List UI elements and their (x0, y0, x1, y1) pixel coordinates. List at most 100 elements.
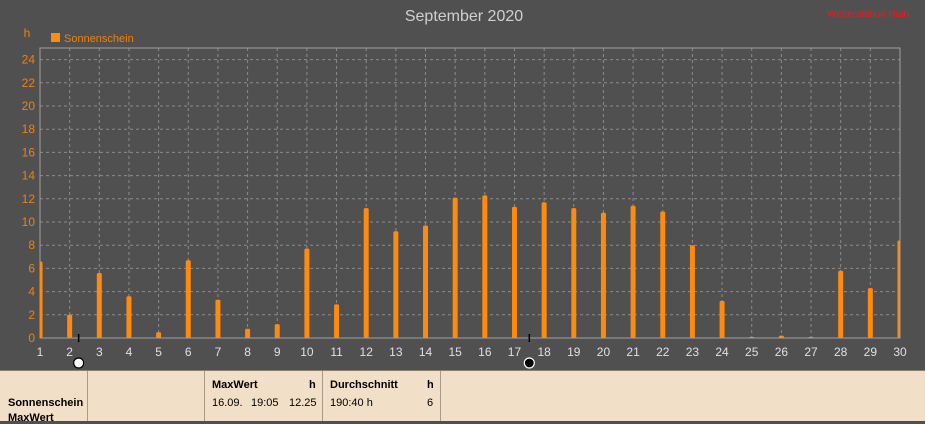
grid-lines (39, 47, 901, 339)
x-tick-label: 27 (804, 345, 818, 359)
y-tick-label: 0 (28, 331, 35, 345)
bar-day-22 (660, 211, 666, 338)
x-tick-label: 10 (300, 345, 314, 359)
info-panel: Sonnenschein MaxWert MaxWert h 16.09. 19… (0, 370, 925, 424)
x-tick-label: 3 (96, 345, 103, 359)
series-name: Sonnenschein (8, 397, 84, 409)
x-tick-label: 5 (155, 345, 162, 359)
x-tick-label: 2 (66, 345, 73, 359)
legend-swatch (51, 33, 60, 42)
x-axis-ticks: 1 2 3 4 5 6 7 8 9 10 11 12 13 14 15 16 17 18 19 20 21 22 23 24 2… (37, 345, 907, 359)
y-axis-ticks: 024681012141618202224 (22, 53, 36, 345)
x-tick-label: 24 (715, 345, 729, 359)
y-tick-label: 20 (22, 99, 36, 113)
max-date: 16.09. (212, 397, 243, 409)
bar-day-5 (156, 332, 162, 338)
bar-day-19 (571, 208, 577, 338)
y-unit-label: h (24, 26, 31, 40)
series-cell: Sonnenschein MaxWert (0, 371, 88, 424)
bar-day-3 (96, 273, 102, 338)
bar-day-20 (600, 212, 606, 338)
bar-day-25 (749, 336, 755, 338)
x-tick-label: 30 (893, 345, 907, 359)
max-cell: MaxWert h 16.09. 19:05 12.25 (205, 371, 323, 421)
bar-day-9 (274, 324, 280, 338)
max-unit: h (309, 379, 316, 391)
x-tick-label: 9 (274, 345, 281, 359)
legend-label: Sonnenschein (64, 33, 134, 45)
bar-day-28 (838, 270, 844, 338)
x-tick-label: 19 (567, 345, 581, 359)
max-header: MaxWert (212, 379, 258, 391)
series-sub: MaxWert (8, 412, 54, 424)
x-tick-label: 18 (537, 345, 551, 359)
empty-cell (88, 371, 205, 421)
new-moon-icon (523, 357, 535, 369)
bar-day-26 (778, 335, 784, 338)
y-tick-label: 16 (22, 145, 36, 159)
y-tick-label: 22 (22, 76, 36, 90)
bar-day-16 (482, 195, 488, 338)
avg-value: 6 (427, 397, 434, 409)
x-tick-label: 11 (330, 345, 343, 359)
y-tick-label: 6 (28, 261, 35, 275)
max-time: 19:05 (251, 397, 279, 409)
bar-day-12 (363, 208, 369, 338)
bar-day-14 (423, 225, 429, 338)
x-tick-label: 25 (745, 345, 759, 359)
avg-cell: Durchschnitt h 190:40 h 6 (323, 371, 441, 421)
avg-header: Durchschnitt (330, 379, 398, 391)
x-tick-label: 6 (185, 345, 192, 359)
x-tick-label: 13 (389, 345, 403, 359)
x-tick-label: 1 (37, 345, 44, 359)
bar-day-1 (40, 261, 43, 338)
bar-day-30 (897, 240, 900, 338)
x-tick-label: 29 (864, 345, 878, 359)
x-tick-label: 8 (244, 345, 251, 359)
y-tick-label: 14 (22, 169, 36, 183)
y-tick-label: 8 (28, 238, 35, 252)
brand-label: Wetterstation Hain (827, 9, 909, 20)
bar-day-10 (304, 248, 310, 338)
y-tick-label: 2 (28, 308, 35, 322)
y-tick-label: 18 (22, 122, 36, 136)
x-tick-label: 7 (215, 345, 222, 359)
x-tick-label: 14 (419, 345, 433, 359)
chart-title: September 2020 (405, 8, 523, 25)
bar-day-15 (452, 197, 458, 338)
bars-group (40, 195, 900, 338)
y-tick-label: 4 (28, 285, 35, 299)
blank-cell (441, 371, 925, 421)
bar-day-27 (808, 336, 814, 338)
bar-day-4 (126, 296, 132, 338)
x-tick-label: 28 (834, 345, 848, 359)
y-tick-label: 10 (22, 215, 36, 229)
x-tick-label: 20 (597, 345, 611, 359)
x-tick-label: 15 (448, 345, 462, 359)
avg-total: 190:40 h (330, 397, 373, 409)
y-tick-label: 12 (22, 192, 36, 206)
avg-unit: h (427, 379, 434, 391)
x-tick-label: 23 (686, 345, 700, 359)
x-tick-label: 12 (360, 345, 374, 359)
bar-day-17 (511, 206, 517, 338)
bar-day-2 (67, 314, 73, 338)
bar-day-29 (867, 288, 873, 338)
bar-day-6 (185, 260, 191, 338)
full-moon-icon (73, 357, 85, 369)
x-tick-label: 26 (775, 345, 789, 359)
x-tick-label: 21 (626, 345, 640, 359)
bar-day-11 (334, 304, 340, 338)
bar-day-23 (689, 245, 695, 338)
bar-day-21 (630, 205, 636, 338)
x-tick-label: 16 (478, 345, 492, 359)
x-tick-label: 4 (126, 345, 133, 359)
x-tick-label: 22 (656, 345, 670, 359)
max-value: 12.25 (289, 397, 317, 409)
x-tick-label: 17 (508, 345, 522, 359)
bar-day-8 (245, 328, 251, 338)
y-tick-label: 24 (22, 53, 36, 67)
chart-area: September 2020 Wetterstation Hain h Sonn… (0, 0, 925, 370)
bar-day-13 (393, 231, 399, 338)
bar-day-7 (215, 299, 221, 338)
